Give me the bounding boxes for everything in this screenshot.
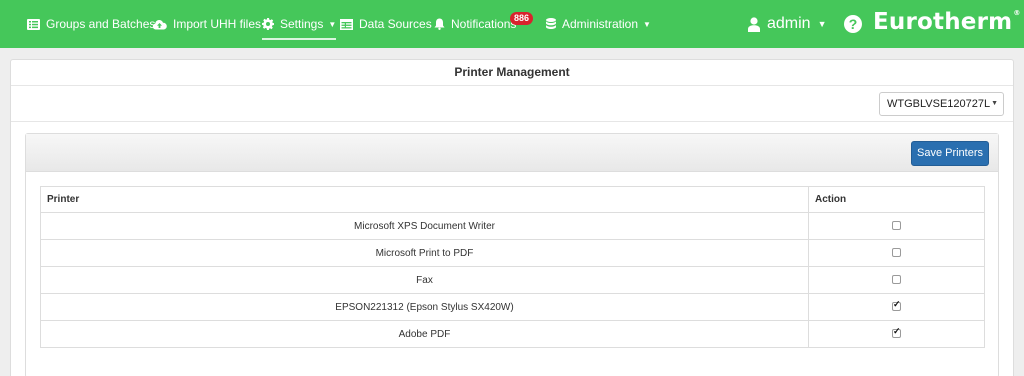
printer-checkbox[interactable] bbox=[892, 299, 901, 312]
nav-settings[interactable]: Settings ▼ bbox=[262, 0, 337, 48]
nav-import-uhh-files[interactable]: Import UHH files bbox=[152, 0, 261, 48]
server-select[interactable]: WTGBLVSE120727L ▼ bbox=[879, 92, 1004, 116]
action-cell bbox=[808, 212, 985, 240]
user-name: admin bbox=[767, 15, 811, 32]
nav-label: Import UHH files bbox=[173, 17, 262, 31]
table-row: Microsoft Print to PDF bbox=[40, 239, 985, 267]
printer-checkbox[interactable] bbox=[892, 221, 901, 231]
table-icon bbox=[340, 18, 353, 30]
printers-section-header: Save Printers bbox=[26, 134, 998, 172]
help-icon[interactable]: ? bbox=[844, 15, 862, 33]
server-toolbar: WTGBLVSE120727L ▼ bbox=[11, 86, 1013, 122]
column-header-action: Action bbox=[808, 186, 985, 213]
nav-label: Notifications bbox=[451, 17, 517, 31]
printers-section: Save Printers Printer Action Microsoft X… bbox=[25, 133, 999, 376]
printer-name: EPSON221312 (Epson Stylus SX420W) bbox=[40, 293, 809, 321]
table-row: Fax bbox=[40, 266, 985, 294]
action-cell bbox=[808, 239, 985, 267]
action-cell bbox=[808, 266, 985, 294]
gear-icon bbox=[262, 18, 274, 30]
cloud-upload-icon bbox=[152, 19, 167, 29]
top-navbar: Groups and Batches Import UHH files Sett… bbox=[0, 0, 1024, 48]
table-header-row: Printer Action bbox=[40, 186, 985, 213]
nav-label: Data Sources bbox=[359, 17, 432, 31]
server-select-value: WTGBLVSE120727L bbox=[887, 98, 991, 110]
action-cell bbox=[808, 293, 985, 321]
printer-name: Adobe PDF bbox=[40, 320, 809, 348]
nav-groups-and-batches[interactable]: Groups and Batches bbox=[27, 0, 155, 48]
table-row: EPSON221312 (Epson Stylus SX420W) bbox=[40, 293, 985, 321]
nav-label: Groups and Batches bbox=[46, 17, 156, 31]
bell-icon bbox=[434, 18, 445, 30]
save-printers-button[interactable]: Save Printers bbox=[911, 141, 989, 166]
action-cell bbox=[808, 320, 985, 348]
chevron-down-icon: ▼ bbox=[328, 19, 337, 29]
printers-table: Printer Action Microsoft XPS Document Wr… bbox=[40, 186, 985, 348]
table-row: Adobe PDF bbox=[40, 320, 985, 348]
user-icon bbox=[748, 16, 760, 32]
column-header-printer: Printer bbox=[40, 186, 809, 213]
nav-data-sources[interactable]: Data Sources bbox=[340, 0, 432, 48]
brand-name: Eurotherm bbox=[873, 9, 1013, 35]
printer-name: Microsoft Print to PDF bbox=[40, 239, 809, 267]
user-menu[interactable]: admin ▼ bbox=[748, 0, 827, 48]
list-icon bbox=[27, 18, 40, 30]
nav-notifications[interactable]: Notifications 886 bbox=[434, 0, 534, 48]
brand-registered-mark: ® bbox=[1013, 9, 1021, 17]
printer-name: Fax bbox=[40, 266, 809, 294]
printer-checkbox[interactable] bbox=[892, 248, 901, 258]
chevron-down-icon: ▼ bbox=[643, 19, 651, 29]
chevron-down-icon: ▼ bbox=[817, 19, 827, 29]
table-row: Microsoft XPS Document Writer bbox=[40, 212, 985, 240]
nav-label: Administration bbox=[562, 17, 639, 31]
printer-management-panel: Printer Management WTGBLVSE120727L ▼ Sav… bbox=[10, 59, 1014, 376]
nav-label: Settings bbox=[280, 17, 324, 31]
printer-checkbox[interactable] bbox=[892, 275, 901, 285]
notification-count-badge: 886 bbox=[510, 12, 534, 25]
printer-checkbox[interactable] bbox=[892, 326, 901, 339]
brand-logo: Eurotherm® bbox=[873, 9, 1021, 35]
chevron-down-icon: ▼ bbox=[991, 100, 998, 107]
database-icon bbox=[546, 18, 556, 29]
printer-name: Microsoft XPS Document Writer bbox=[40, 212, 809, 240]
nav-administration[interactable]: Administration ▼ bbox=[546, 0, 651, 48]
page-title: Printer Management bbox=[11, 60, 1013, 86]
